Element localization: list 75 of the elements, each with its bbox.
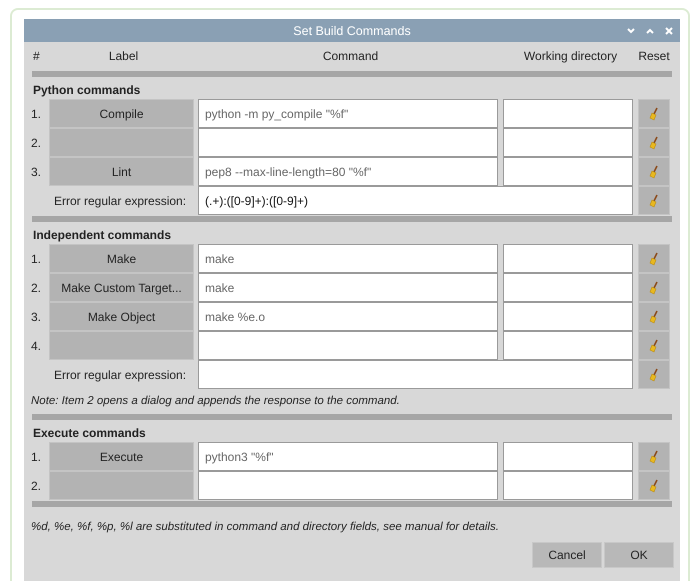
row-number: 2. bbox=[30, 478, 42, 492]
row-number: 2. bbox=[30, 136, 42, 150]
ok-button[interactable]: OK bbox=[604, 542, 674, 568]
command-field[interactable] bbox=[198, 128, 498, 157]
section-title: Independent commands bbox=[32, 227, 172, 244]
directory-field[interactable] bbox=[503, 99, 633, 128]
broom-icon bbox=[648, 280, 660, 294]
column-header: # bbox=[32, 49, 41, 63]
directory-field[interactable] bbox=[503, 244, 633, 273]
command-field[interactable] bbox=[198, 331, 498, 360]
command-field[interactable]: pep8 --max-line-length=80 "%f" bbox=[198, 157, 498, 186]
label-button[interactable]: Make Custom Target... bbox=[49, 273, 194, 302]
command-field[interactable]: make bbox=[198, 273, 498, 302]
command-field[interactable]: python3 "%f" bbox=[198, 442, 498, 471]
cancel-button[interactable]: Cancel bbox=[532, 542, 602, 568]
directory-field[interactable] bbox=[503, 302, 633, 331]
reset-button[interactable] bbox=[638, 471, 670, 500]
error-regex-field[interactable]: (.+):([0-9]+):([0-9]+) bbox=[198, 186, 633, 215]
label-button[interactable]: Make Object bbox=[49, 302, 194, 331]
directory-field[interactable] bbox=[503, 442, 633, 471]
column-header: Label bbox=[108, 49, 140, 63]
reset-button[interactable] bbox=[638, 273, 670, 302]
column-header: Reset bbox=[638, 49, 670, 63]
row-number: 1. bbox=[30, 450, 42, 464]
command-field[interactable]: make bbox=[198, 244, 498, 273]
reset-button[interactable] bbox=[638, 442, 670, 471]
label-button[interactable]: Execute bbox=[49, 442, 194, 471]
minimize-icon[interactable] bbox=[626, 27, 636, 35]
label-button[interactable]: Lint bbox=[49, 157, 194, 186]
broom-icon bbox=[648, 164, 660, 178]
row-number: 2. bbox=[30, 280, 42, 294]
reset-button[interactable] bbox=[638, 186, 670, 215]
directory-field[interactable] bbox=[503, 157, 633, 186]
directory-field[interactable] bbox=[503, 471, 633, 500]
section-title: Python commands bbox=[32, 82, 142, 99]
broom-icon bbox=[648, 450, 660, 464]
close-icon[interactable] bbox=[664, 26, 674, 36]
maximize-icon[interactable] bbox=[645, 27, 655, 35]
reset-button[interactable] bbox=[638, 331, 670, 360]
directory-field[interactable] bbox=[503, 273, 633, 302]
command-field[interactable]: python -m py_compile "%f" bbox=[198, 99, 498, 128]
broom-icon bbox=[648, 136, 660, 150]
broom-icon bbox=[648, 252, 660, 266]
reset-button[interactable] bbox=[638, 244, 670, 273]
directory-field[interactable] bbox=[503, 331, 633, 360]
row-number: 3. bbox=[30, 164, 42, 178]
reset-button[interactable] bbox=[638, 128, 670, 157]
directory-field[interactable] bbox=[503, 128, 633, 157]
row-number: 4. bbox=[30, 338, 42, 352]
row-number: 1. bbox=[30, 252, 42, 266]
column-header: Command bbox=[322, 49, 380, 63]
broom-icon bbox=[648, 194, 660, 208]
command-field[interactable] bbox=[198, 471, 498, 500]
label-button[interactable]: Compile bbox=[49, 99, 194, 128]
broom-icon bbox=[648, 106, 660, 120]
broom-icon bbox=[648, 310, 660, 324]
column-header: Working directory bbox=[522, 49, 618, 63]
footnote-text: %d, %e, %f, %p, %l are substituted in command and directory fields, see manual for details. bbox=[30, 520, 500, 535]
note-text: Note: Item 2 opens a dialog and appends the response to the command. bbox=[30, 394, 401, 409]
broom-icon bbox=[648, 338, 660, 352]
error-regex-label: Error regular expression: bbox=[53, 368, 188, 382]
section-title: Execute commands bbox=[32, 425, 147, 442]
error-regex-field[interactable] bbox=[198, 360, 633, 389]
label-button[interactable]: Make bbox=[49, 244, 194, 273]
command-field[interactable]: make %e.o bbox=[198, 302, 498, 331]
reset-button[interactable] bbox=[638, 360, 670, 389]
broom-icon bbox=[648, 478, 660, 492]
row-number: 3. bbox=[30, 310, 42, 324]
broom-icon bbox=[648, 368, 660, 382]
error-regex-label: Error regular expression: bbox=[53, 194, 188, 208]
reset-button[interactable] bbox=[638, 302, 670, 331]
reset-button[interactable] bbox=[638, 99, 670, 128]
window-title: Set Build Commands bbox=[293, 24, 411, 38]
reset-button[interactable] bbox=[638, 157, 670, 186]
row-number: 1. bbox=[30, 106, 42, 120]
